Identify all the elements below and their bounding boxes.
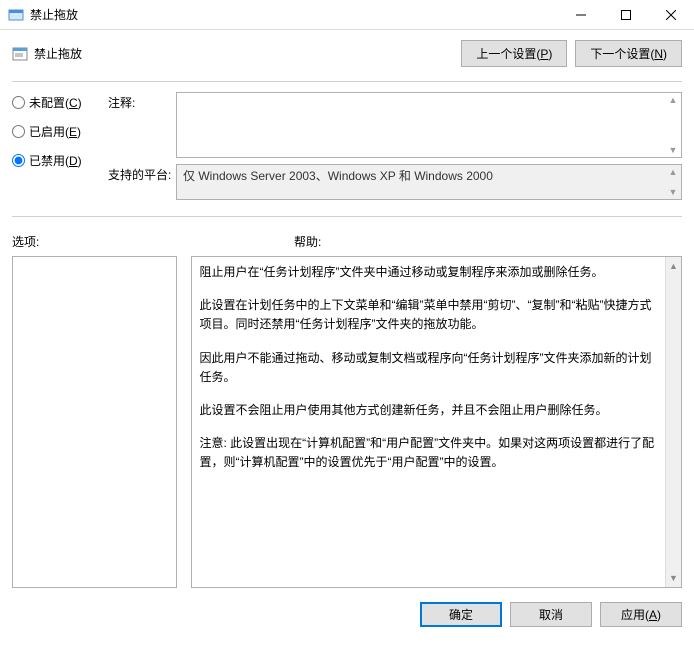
radio-enabled[interactable]: 已启用(E) xyxy=(12,123,98,140)
help-label: 帮助: xyxy=(294,233,682,250)
footer: 确定 取消 应用(A) xyxy=(0,588,694,639)
window-title: 禁止拖放 xyxy=(30,6,558,23)
radio-not-configured[interactable]: 未配置(C) xyxy=(12,94,98,111)
platform-text: 仅 Windows Server 2003、Windows XP 和 Windo… xyxy=(183,167,493,184)
comment-textarea[interactable]: ▲ ▼ xyxy=(176,92,682,158)
help-text: 阻止用户在“任务计划程序”文件夹中通过移动或复制程序来添加或删除任务。 xyxy=(200,263,663,282)
apply-button[interactable]: 应用(A) xyxy=(600,602,682,627)
help-scrollbar[interactable]: ▲ ▼ xyxy=(665,257,681,587)
scroll-up-icon[interactable]: ▲ xyxy=(666,257,681,273)
radio-disabled[interactable]: 已禁用(D) xyxy=(12,152,98,169)
scroll-up-icon[interactable]: ▲ xyxy=(667,95,679,105)
comment-label: 注释: xyxy=(108,92,176,158)
supported-platforms: 仅 Windows Server 2003、Windows XP 和 Windo… xyxy=(176,164,682,200)
radio-not-configured-input[interactable] xyxy=(12,96,25,109)
radio-disabled-input[interactable] xyxy=(12,154,25,167)
radio-enabled-input[interactable] xyxy=(12,125,25,138)
ok-button[interactable]: 确定 xyxy=(420,602,502,627)
scroll-down-icon[interactable]: ▼ xyxy=(667,145,679,155)
next-setting-button[interactable]: 下一个设置(N) xyxy=(575,40,682,67)
options-label: 选项: xyxy=(12,233,280,250)
maximize-button[interactable] xyxy=(603,0,648,30)
separator xyxy=(12,216,682,217)
radio-group: 未配置(C) 已启用(E) 已禁用(D) xyxy=(12,92,98,206)
scroll-down-icon[interactable]: ▼ xyxy=(667,187,679,197)
header-row: 禁止拖放 上一个设置(P) 下一个设置(N) xyxy=(12,40,682,67)
close-button[interactable] xyxy=(648,0,694,30)
help-text: 此设置不会阻止用户使用其他方式创建新任务，并且不会阻止用户删除任务。 xyxy=(200,401,663,420)
titlebar: 禁止拖放 xyxy=(0,0,694,30)
scroll-up-icon[interactable]: ▲ xyxy=(667,167,679,177)
app-icon xyxy=(8,7,24,23)
options-panel xyxy=(12,256,177,588)
cancel-button[interactable]: 取消 xyxy=(510,602,592,627)
separator xyxy=(12,81,682,82)
prev-setting-button[interactable]: 上一个设置(P) xyxy=(461,40,567,67)
minimize-button[interactable] xyxy=(558,0,603,30)
help-text: 此设置在计划任务中的上下文菜单和“编辑”菜单中禁用“剪切”、“复制”和“粘贴”快… xyxy=(200,296,663,334)
platform-label: 支持的平台: xyxy=(108,164,176,200)
policy-icon xyxy=(12,46,28,62)
help-text: 因此用户不能通过拖动、移动或复制文档或程序向“任务计划程序”文件夹添加新的计划任… xyxy=(200,349,663,387)
window-controls xyxy=(558,0,694,29)
scroll-down-icon[interactable]: ▼ xyxy=(666,571,681,587)
help-text: 注意: 此设置出现在“计算机配置”和“用户配置”文件夹中。如果对这两项设置都进行… xyxy=(200,434,663,472)
policy-title: 禁止拖放 xyxy=(34,45,453,62)
help-panel: 阻止用户在“任务计划程序”文件夹中通过移动或复制程序来添加或删除任务。 此设置在… xyxy=(191,256,682,588)
